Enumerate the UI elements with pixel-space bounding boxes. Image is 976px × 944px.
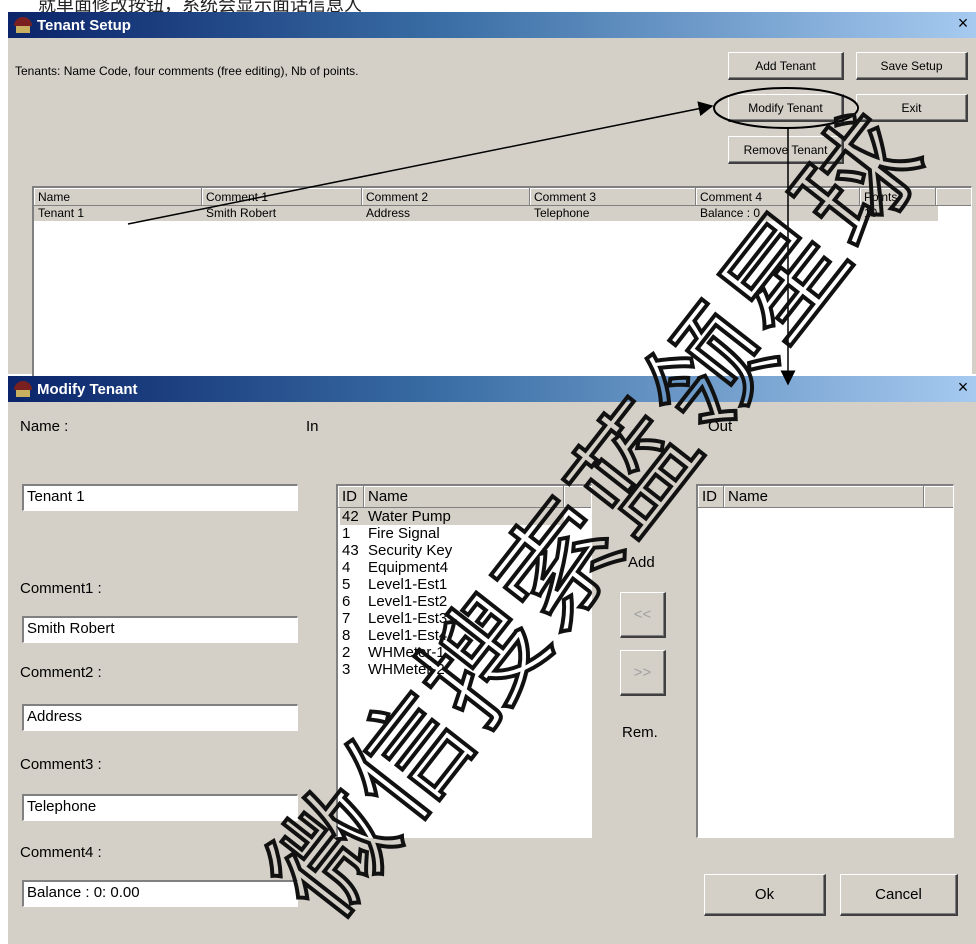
column-header-name[interactable]: Name	[34, 188, 202, 206]
list-item[interactable]: 4 Equipment4	[340, 559, 564, 576]
out-list[interactable]: ID Name	[696, 484, 954, 838]
list-item[interactable]: 43 Security Key	[340, 542, 564, 559]
row-name: Tenant 1	[38, 206, 85, 220]
tenant-list[interactable]: Name Comment 1 Comment 2 Comment 3 Comme…	[32, 186, 972, 386]
comment2-field[interactable]: Address	[22, 704, 298, 731]
column-header-points[interactable]: Points	[860, 188, 936, 206]
name-label: Name :	[20, 418, 69, 435]
row-points: 10	[864, 206, 878, 220]
remove-tenant-button[interactable]: Remove Tenant	[728, 136, 844, 164]
rem-label: Rem.	[622, 724, 658, 741]
in-column-header-name[interactable]: Name	[364, 486, 564, 508]
close-icon[interactable]: ×	[954, 378, 972, 396]
comment3-field[interactable]: Telephone	[22, 794, 298, 821]
window-title: Tenant Setup	[37, 16, 131, 34]
comment3-label: Comment3 :	[20, 756, 102, 773]
out-label: Out	[708, 418, 733, 435]
out-column-header-name[interactable]: Name	[724, 486, 924, 508]
comment4-label: Comment4 :	[20, 844, 102, 861]
in-list[interactable]: ID Name 42 Water Pump 1 Fire Signal 43 Secu…	[336, 484, 592, 838]
row-comment1: Smith Robert	[206, 206, 277, 220]
modify-tenant-window: Modify Tenant × Name : Tenant 1 Comment1…	[8, 376, 976, 944]
row-comment2: Address	[366, 206, 411, 220]
save-setup-button[interactable]: Save Setup	[856, 52, 968, 80]
list-item[interactable]: 6 Level1-Est2	[340, 593, 564, 610]
column-header-filler	[936, 188, 971, 206]
in-label: In	[306, 418, 319, 435]
comment4-field[interactable]: Balance : 0: 0.00	[22, 880, 298, 907]
remove-button[interactable]: >>	[620, 650, 666, 696]
tenant-description: Tenants: Name Code, four comments (free …	[15, 64, 359, 78]
comment2-label: Comment2 :	[20, 664, 102, 681]
list-item[interactable]: 2 WHMeter-1	[340, 644, 564, 661]
in-column-header-filler	[564, 486, 591, 508]
list-item[interactable]: 1 Fire Signal	[340, 525, 564, 542]
modify-tenant-titlebar: Modify Tenant ×	[8, 376, 976, 402]
row-comment3: Telephone	[534, 206, 590, 220]
ok-button[interactable]: Ok	[704, 874, 826, 916]
app-icon	[14, 381, 32, 397]
close-icon[interactable]: ×	[954, 14, 972, 32]
tenant-setup-window: Tenant Setup × Tenants: Name Code, four …	[8, 12, 976, 386]
row-comment4: Balance : 0	[700, 206, 761, 220]
out-column-header-id[interactable]: ID	[698, 486, 724, 508]
name-field[interactable]: Tenant 1	[22, 484, 298, 511]
tenant-setup-titlebar: Tenant Setup ×	[8, 12, 976, 38]
column-header-comment3[interactable]: Comment 3	[530, 188, 696, 206]
column-header-comment1[interactable]: Comment 1	[202, 188, 362, 206]
list-item[interactable]: 5 Level1-Est1	[340, 576, 564, 593]
modify-tenant-button[interactable]: Modify Tenant	[728, 94, 844, 122]
cancel-button[interactable]: Cancel	[840, 874, 958, 916]
comment1-label: Comment1 :	[20, 580, 102, 597]
list-item[interactable]: 42 Water Pump	[340, 508, 564, 525]
list-item[interactable]: 3 WHMeter-2	[340, 661, 564, 678]
table-row[interactable]: Tenant 1 Smith Robert Address Telephone …	[34, 206, 938, 221]
add-label: Add	[628, 554, 655, 571]
column-header-comment4[interactable]: Comment 4	[696, 188, 860, 206]
add-tenant-button[interactable]: Add Tenant	[728, 52, 844, 80]
window-title: Modify Tenant	[37, 380, 138, 398]
list-item[interactable]: 7 Level1-Est3	[340, 610, 564, 627]
out-column-header-filler	[924, 486, 953, 508]
comment1-field[interactable]: Smith Robert	[22, 616, 298, 643]
add-button[interactable]: <<	[620, 592, 666, 638]
exit-button[interactable]: Exit	[856, 94, 968, 122]
in-column-header-id[interactable]: ID	[338, 486, 364, 508]
list-item[interactable]: 8 Level1-Est4	[340, 627, 564, 644]
app-icon	[14, 17, 32, 33]
column-header-comment2[interactable]: Comment 2	[362, 188, 530, 206]
